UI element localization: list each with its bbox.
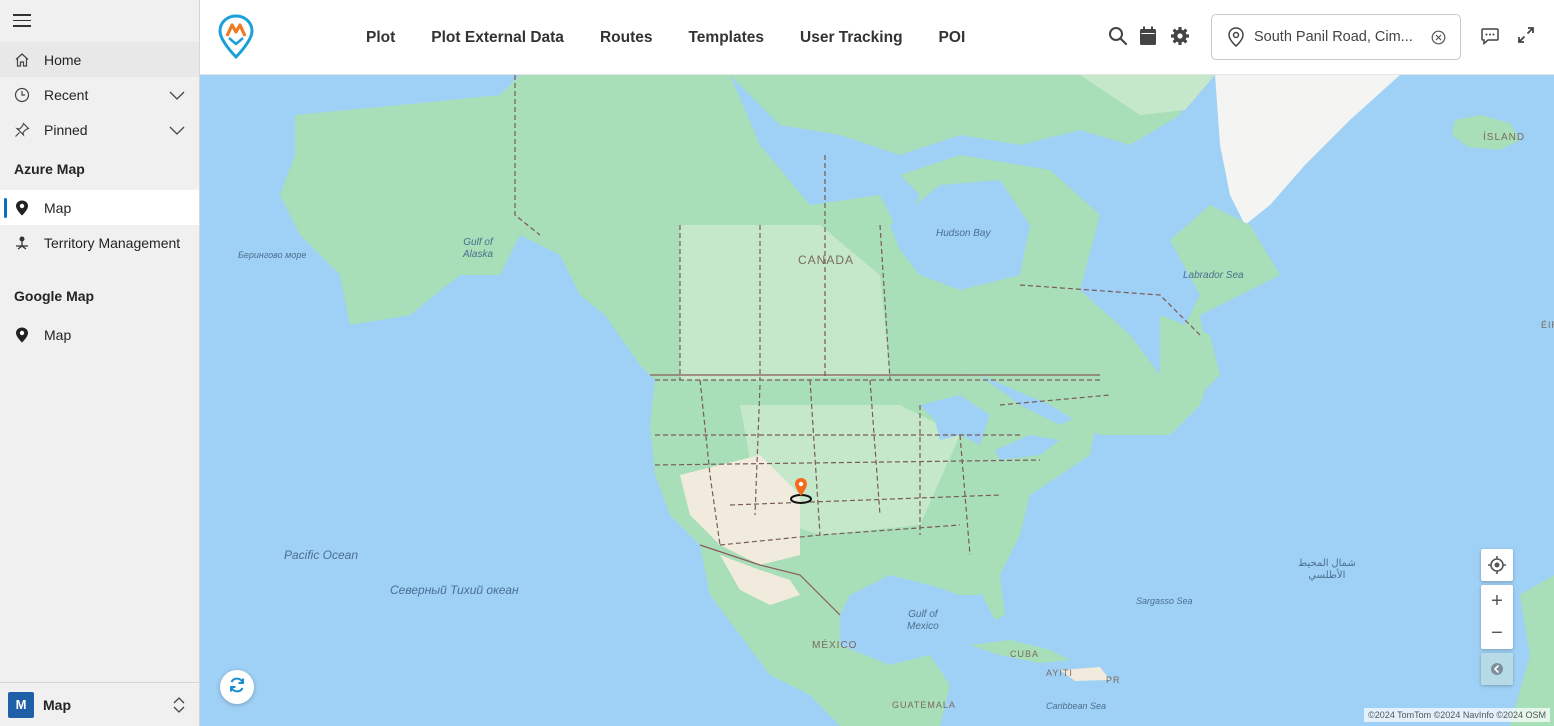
sidebar-item-label: Recent xyxy=(44,86,89,103)
refresh-button[interactable] xyxy=(220,670,254,704)
location-pin-icon xyxy=(1227,27,1245,47)
map-label-canada: CANADA xyxy=(798,253,855,267)
map-canvas[interactable]: CANADA MÉXICO CUBA AYITI PR GUATEMALA ÍS… xyxy=(200,75,1554,726)
group-title-azure-map: Azure Map xyxy=(14,161,85,177)
map-label-cuba: CUBA xyxy=(1010,649,1040,659)
app-logo xyxy=(218,14,254,60)
map-style-control xyxy=(1481,653,1513,685)
sidebar-item-label: Map xyxy=(44,199,72,216)
map-label-north-pacific: Северный Тихий океан xyxy=(390,583,519,597)
tab-plot-external-data[interactable]: Plot External Data xyxy=(431,29,564,47)
map-label-north-atlantic-ar: شمال المحيط الأطلسي xyxy=(1298,558,1356,582)
map-label-line: شمال المحيط xyxy=(1298,558,1356,569)
tab-routes[interactable]: Routes xyxy=(600,29,653,47)
map-label-line: الأطلسي xyxy=(1308,570,1346,581)
sidebar-item-recent[interactable]: Recent xyxy=(0,77,199,112)
map-label-mexico: MÉXICO xyxy=(812,640,858,651)
map-label-eire: ÉIR xyxy=(1541,320,1554,330)
hamburger-icon[interactable] xyxy=(13,14,31,28)
map-label-island: ÍSLAND xyxy=(1483,132,1526,143)
refresh-icon xyxy=(228,676,246,699)
map-label-caribbean: Caribbean Sea xyxy=(1046,701,1107,711)
map-label-pr: PR xyxy=(1106,675,1121,685)
zoom-control: + − xyxy=(1481,585,1513,649)
tab-templates[interactable]: Templates xyxy=(688,29,764,47)
map-base-layer xyxy=(280,75,1554,726)
map-label-ayiti: AYITI xyxy=(1046,668,1073,678)
location-search-box[interactable] xyxy=(1211,14,1461,60)
zoom-in-button[interactable]: + xyxy=(1481,585,1513,617)
map-marker-icon xyxy=(14,327,30,343)
main-tabs: Plot Plot External Data Routes Templates… xyxy=(366,0,1001,75)
location-marker[interactable] xyxy=(789,477,815,507)
map-label-gulf-of-alaska: Gulf of Alaska xyxy=(463,237,493,261)
area-label: Map xyxy=(43,696,71,713)
clear-icon[interactable] xyxy=(1431,30,1446,45)
map-label-line: Gulf of xyxy=(463,237,493,248)
crosshair-icon[interactable] xyxy=(1481,549,1513,581)
chevron-down-icon[interactable] xyxy=(169,123,185,139)
map-label-hudson-bay: Hudson Bay xyxy=(936,228,991,239)
pin-icon xyxy=(14,122,30,138)
map-label-labrador-sea: Labrador Sea xyxy=(1183,270,1244,281)
map-label-gulf-of-mexico: Gulf of Mexico xyxy=(907,609,939,633)
map-label-line: Alaska xyxy=(463,249,494,260)
zoom-out-button[interactable]: − xyxy=(1481,617,1513,649)
map-label-line: Mexico xyxy=(907,621,939,632)
sidebar-item-label: Map xyxy=(44,326,72,343)
map-attribution: ©2024 TomTom ©2024 NavInfo ©2024 OSM xyxy=(1364,708,1550,722)
sidebar: Home Recent Pinned Azure Map Map Territo… xyxy=(0,0,200,726)
map-label-sargasso: Sargasso Sea xyxy=(1136,596,1193,606)
tab-poi[interactable]: POI xyxy=(939,29,966,47)
sidebar-item-label: Home xyxy=(44,51,82,68)
map-label-guatemala: GUATEMALA xyxy=(892,700,956,710)
area-badge: M xyxy=(8,691,34,718)
sidebar-item-label: Territory Management xyxy=(44,234,181,251)
tab-user-tracking[interactable]: User Tracking xyxy=(800,29,903,47)
territory-icon xyxy=(14,235,30,251)
top-bar: Plot Plot External Data Routes Templates… xyxy=(200,0,1554,75)
chevron-down-icon[interactable] xyxy=(169,88,185,104)
location-input[interactable] xyxy=(1254,29,1419,45)
sidebar-item-google-map[interactable]: Map xyxy=(0,317,199,352)
map-label-pacific: Pacific Ocean xyxy=(284,548,359,562)
clock-icon xyxy=(14,87,30,103)
sidebar-item-pinned[interactable]: Pinned xyxy=(0,112,199,147)
locate-control xyxy=(1481,549,1513,581)
sidebar-item-territory-management[interactable]: Territory Management xyxy=(0,225,199,260)
sidebar-item-label: Pinned xyxy=(44,121,88,138)
expand-icon[interactable] xyxy=(1517,26,1537,46)
calendar-icon[interactable] xyxy=(1139,26,1159,46)
map-label-bering: Берингово море xyxy=(238,250,307,260)
group-title-google-map: Google Map xyxy=(14,288,95,304)
map-label-line: Gulf of xyxy=(908,609,938,620)
area-switcher[interactable]: M Map xyxy=(0,682,199,726)
home-icon xyxy=(14,52,30,68)
tab-plot[interactable]: Plot xyxy=(366,29,395,47)
map-style-icon[interactable] xyxy=(1481,653,1513,685)
sidebar-item-azure-map[interactable]: Map xyxy=(0,190,199,225)
sidebar-item-home[interactable]: Home xyxy=(0,42,199,77)
chevron-updown-icon xyxy=(173,696,185,719)
map-marker-icon xyxy=(14,200,30,216)
settings-icon[interactable] xyxy=(1170,26,1190,46)
search-icon[interactable] xyxy=(1108,26,1128,46)
chat-icon[interactable] xyxy=(1480,26,1500,46)
